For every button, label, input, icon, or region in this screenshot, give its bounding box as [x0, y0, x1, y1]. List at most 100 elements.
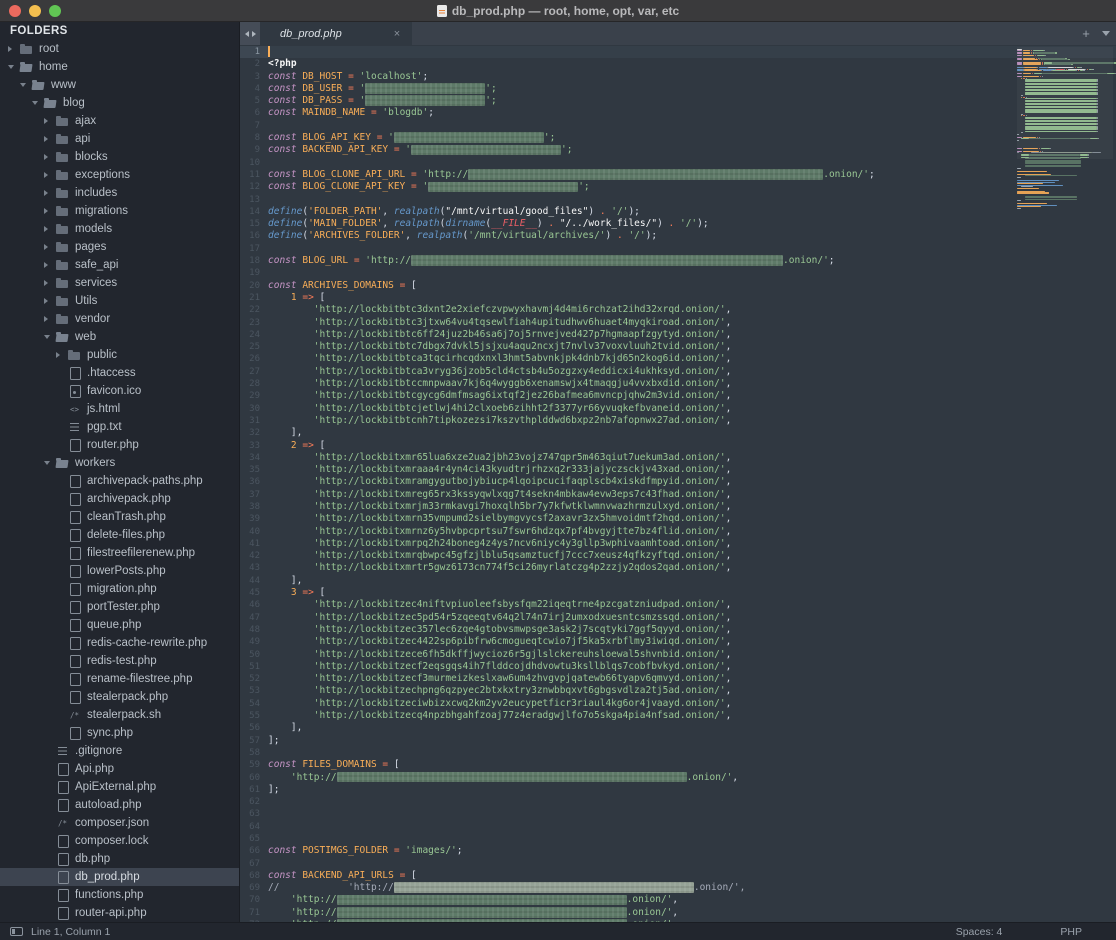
disclosure-open-icon[interactable]	[8, 65, 20, 69]
code-line: 11const BLOG_CLONE_API_URL = 'http://.on…	[240, 169, 1116, 181]
tree-item-home[interactable]: home	[0, 58, 239, 76]
disclosure-closed-icon[interactable]	[44, 226, 56, 232]
tree-item-router-api-php[interactable]: router-api.php	[0, 904, 239, 922]
tree-item-db-php[interactable]: db.php	[0, 850, 239, 868]
code-token: =>	[297, 292, 320, 303]
code-line: 59const FILES_DOMAINS = [	[240, 759, 1116, 771]
disclosure-closed-icon[interactable]	[44, 118, 56, 124]
tree-item-vendor[interactable]: vendor	[0, 310, 239, 328]
tree-item-apiexternal-php[interactable]: ApiExternal.php	[0, 778, 239, 796]
tree-item-migration-php[interactable]: migration.php	[0, 580, 239, 598]
tree-item-archivepack-php[interactable]: archivepack.php	[0, 490, 239, 508]
tree-item-cleantrash-php[interactable]: cleanTrash.php	[0, 508, 239, 526]
line-number: 48	[240, 624, 268, 636]
code-token: ,	[672, 894, 678, 905]
disclosure-closed-icon[interactable]	[44, 280, 56, 286]
disclosure-closed-icon[interactable]	[44, 190, 56, 196]
tree-item-db-prod-php[interactable]: db_prod.php	[0, 868, 239, 886]
tab-history-arrows[interactable]	[240, 22, 260, 45]
tree-item-www[interactable]: www	[0, 76, 239, 94]
disclosure-closed-icon[interactable]	[44, 244, 56, 250]
disclosure-closed-icon[interactable]	[44, 208, 56, 214]
code-token: 'http://lockbitbtca3tqcirhcqdxnxl3hmt5ab…	[314, 353, 726, 364]
tree-item-migrations[interactable]: migrations	[0, 202, 239, 220]
tree-item-pages[interactable]: pages	[0, 238, 239, 256]
tree-item-root[interactable]: root	[0, 40, 239, 58]
tree-item-favicon-ico[interactable]: favicon.ico	[0, 382, 239, 400]
code-token: =	[342, 83, 359, 94]
file-icon	[68, 511, 81, 523]
tree-item-ajax[interactable]: ajax	[0, 112, 239, 130]
code-token: ,	[726, 562, 732, 573]
code-token: // 'http://	[268, 882, 394, 893]
tree-item-rename-filestree-php[interactable]: rename-filestree.php	[0, 670, 239, 688]
disclosure-open-icon[interactable]	[32, 101, 44, 105]
tree-item-label: safe_api	[75, 259, 118, 271]
indent-setting[interactable]: Spaces: 4	[956, 926, 1003, 938]
tab-overflow-button[interactable]	[1096, 22, 1116, 45]
tree-item-models[interactable]: models	[0, 220, 239, 238]
tree-item-label: ApiExternal.php	[75, 781, 156, 793]
tree-item-redis-cache-rewrite-php[interactable]: redis-cache-rewrite.php	[0, 634, 239, 652]
code-token: ,	[726, 501, 732, 512]
tree-item-composer-json[interactable]: /*composer.json	[0, 814, 239, 832]
tree-item-includes[interactable]: includes	[0, 184, 239, 202]
tree-item-delete-files-php[interactable]: delete-files.php	[0, 526, 239, 544]
tree-item-blog[interactable]: blog	[0, 94, 239, 112]
disclosure-closed-icon[interactable]	[44, 172, 56, 178]
tree-item-workers[interactable]: workers	[0, 454, 239, 472]
line-number: 55	[240, 710, 268, 722]
file-icon	[56, 835, 69, 847]
tree-item-router-php[interactable]: router.php	[0, 436, 239, 454]
code-token: 'images/'	[405, 845, 456, 856]
disclosure-open-icon[interactable]	[44, 461, 56, 465]
tree-item-composer-lock[interactable]: composer.lock	[0, 832, 239, 850]
disclosure-open-icon[interactable]	[20, 83, 32, 87]
line-number: 32	[240, 427, 268, 439]
sidebar-toggle-icon[interactable]	[10, 927, 23, 936]
tree-item-utils[interactable]: Utils	[0, 292, 239, 310]
tree-item-archivepack-paths-php[interactable]: archivepack-paths.php	[0, 472, 239, 490]
tree-item-porttester-php[interactable]: portTester.php	[0, 598, 239, 616]
tree-item-exceptions[interactable]: exceptions	[0, 166, 239, 184]
tree-item-stealerpack-sh[interactable]: /*stealerpack.sh	[0, 706, 239, 724]
folder-icon	[56, 115, 69, 127]
code-line: 53 'http://lockbitzechpng6qzpyec2btxkxtr…	[240, 685, 1116, 697]
syntax-mode[interactable]: PHP	[1060, 926, 1082, 938]
tree-item-js-html[interactable]: <>js.html	[0, 400, 239, 418]
tree-item-redis-test-php[interactable]: redis-test.php	[0, 652, 239, 670]
new-tab-button[interactable]: +	[1076, 22, 1096, 45]
disclosure-open-icon[interactable]	[44, 335, 56, 339]
tree-item-autoload-php[interactable]: autoload.php	[0, 796, 239, 814]
disclosure-closed-icon[interactable]	[44, 154, 56, 160]
tree-item-api-php[interactable]: Api.php	[0, 760, 239, 778]
tree-item-pgp-txt[interactable]: pgp.txt	[0, 418, 239, 436]
disclosure-closed-icon[interactable]	[8, 46, 20, 52]
tree-item-queue-php[interactable]: queue.php	[0, 616, 239, 634]
disclosure-closed-icon[interactable]	[44, 262, 56, 268]
code-token: const	[268, 169, 302, 180]
tree-item-sync-php[interactable]: sync.php	[0, 724, 239, 742]
tree-item--htaccess[interactable]: .htaccess	[0, 364, 239, 382]
code-token: 'http://lockbitzecf2eqsgqs4ih7flddcojdhd…	[314, 661, 726, 672]
tree-item-safe-api[interactable]: safe_api	[0, 256, 239, 274]
disclosure-closed-icon[interactable]	[56, 352, 68, 358]
tree-item-web[interactable]: web	[0, 328, 239, 346]
tree-item-services[interactable]: services	[0, 274, 239, 292]
disclosure-closed-icon[interactable]	[44, 316, 56, 322]
code-editor[interactable]: 12<?php3const DB_HOST = 'localhost';4con…	[240, 45, 1116, 922]
tab-db-prod-php[interactable]: db_prod.php ×	[260, 22, 412, 45]
minimap[interactable]	[1017, 47, 1113, 209]
code-token: 'http://lockbitbtc3jtxw64vu4tqsewlfiah4u…	[314, 317, 726, 328]
tree-item-lowerposts-php[interactable]: lowerPosts.php	[0, 562, 239, 580]
tree-item-filestreefilerenew-php[interactable]: filestreefilerenew.php	[0, 544, 239, 562]
tree-item-stealerpack-php[interactable]: stealerpack.php	[0, 688, 239, 706]
tree-item-blocks[interactable]: blocks	[0, 148, 239, 166]
tree-item--gitignore[interactable]: .gitignore	[0, 742, 239, 760]
tree-item-public[interactable]: public	[0, 346, 239, 364]
tree-item-api[interactable]: api	[0, 130, 239, 148]
disclosure-closed-icon[interactable]	[44, 298, 56, 304]
close-tab-icon[interactable]: ×	[390, 28, 404, 40]
disclosure-closed-icon[interactable]	[44, 136, 56, 142]
tree-item-functions-php[interactable]: functions.php	[0, 886, 239, 904]
